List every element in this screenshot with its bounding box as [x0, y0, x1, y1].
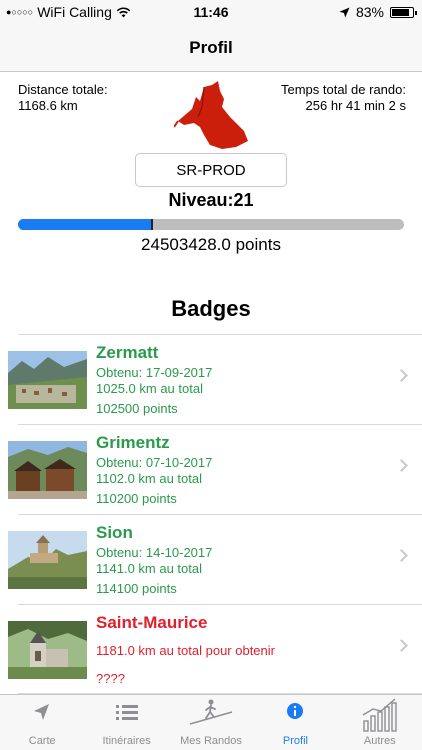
tab-carte[interactable]: Carte	[0, 695, 84, 750]
badge-distance: 1025.0 km au total	[96, 381, 203, 396]
time-label: Temps total de rando:	[280, 82, 406, 97]
username-field[interactable]: SR-PROD	[135, 153, 287, 187]
distance-stat: Distance totale: 1168.6 km	[18, 82, 108, 114]
hiker-icon	[189, 699, 233, 725]
saint-maurice-thumbnail-icon	[8, 621, 87, 679]
status-right: 83%	[339, 4, 417, 20]
chevron-right-icon	[395, 639, 408, 652]
badge-points: 110200 points	[96, 491, 177, 506]
sion-thumbnail-icon	[8, 531, 87, 589]
badge-date: Obtenu: 07-10-2017	[96, 455, 213, 470]
tab-label: Itinéraires	[102, 735, 151, 747]
chevron-right-icon	[395, 369, 408, 382]
tab-itineraires[interactable]: Itinéraires	[84, 695, 168, 750]
tab-label: Autres	[363, 735, 396, 747]
tab-label: Profil	[282, 735, 308, 747]
badge-name: Sion	[96, 523, 133, 542]
distance-value: 1168.6 km	[18, 98, 78, 113]
tab-label: Mes Randos	[180, 735, 242, 747]
badge-row-saint-maurice[interactable]: Saint-Maurice 1181.0 km au total pour ob…	[8, 604, 422, 694]
grimentz-thumbnail-icon	[8, 441, 87, 499]
badge-row-grimentz[interactable]: Grimentz Obtenu: 07-10-2017 1102.0 km au…	[8, 424, 422, 514]
distance-label: Distance totale:	[18, 82, 108, 97]
matterhorn-logo-icon	[174, 81, 248, 149]
badge-points: 102500 points	[96, 401, 178, 416]
badge-distance: 1141.0 km au total	[96, 561, 202, 576]
badge-date: Obtenu: 17-09-2017	[96, 365, 213, 380]
battery-icon	[390, 6, 417, 18]
level-progress-bar	[18, 219, 404, 230]
badges-list: Zermatt Obtenu: 17-09-2017 1025.0 km au …	[0, 334, 422, 694]
badge-row-zermatt[interactable]: Zermatt Obtenu: 17-09-2017 1025.0 km au …	[8, 334, 422, 424]
zermatt-thumbnail-icon	[8, 351, 87, 409]
list-icon	[115, 705, 138, 720]
tab-bar: Carte Itinéraires Mes Randos Profil Autr…	[0, 694, 422, 750]
username-label: SR-PROD	[176, 161, 246, 179]
status-bar: ●○○○○ WiFi Calling 11:46 83%	[0, 0, 422, 24]
chevron-right-icon	[395, 459, 408, 472]
location-arrow-icon	[34, 704, 50, 720]
badge-distance: 1102.0 km au total	[96, 471, 202, 486]
info-icon	[287, 703, 304, 719]
level-label: Niveau:21	[168, 190, 254, 210]
level-progress-fill	[18, 219, 154, 230]
badge-points-unknown: ????	[96, 671, 125, 686]
tab-autres[interactable]: Autres	[338, 695, 422, 750]
location-icon	[339, 7, 350, 17]
battery-percent: 83%	[355, 4, 384, 20]
tab-label: Carte	[28, 735, 56, 747]
badge-name: Zermatt	[96, 343, 159, 362]
chevron-right-icon	[395, 549, 408, 562]
bar-chart-icon	[362, 698, 397, 732]
badge-requirement: 1181.0 km au total pour obtenir	[96, 643, 275, 658]
tab-mes-randos[interactable]: Mes Randos	[169, 695, 253, 750]
points-total: 24503428.0 points	[141, 235, 281, 254]
badge-row-sion[interactable]: Sion Obtenu: 14-10-2017 1141.0 km au tot…	[8, 514, 422, 604]
badge-name: Saint-Maurice	[96, 613, 208, 632]
page-title: Profil	[189, 37, 233, 57]
time-value: 256 hr 41 min 2 s	[305, 98, 406, 113]
badge-date: Obtenu: 14-10-2017	[96, 545, 213, 560]
badges-heading: Badges	[171, 296, 251, 321]
badge-points: 114100 points	[96, 581, 177, 596]
time-stat: Temps total de rando: 256 hr 41 min 2 s	[281, 82, 406, 114]
navigation-bar: Profil	[0, 24, 422, 72]
tab-profil[interactable]: Profil	[253, 695, 337, 750]
badge-name: Grimentz	[96, 433, 170, 452]
